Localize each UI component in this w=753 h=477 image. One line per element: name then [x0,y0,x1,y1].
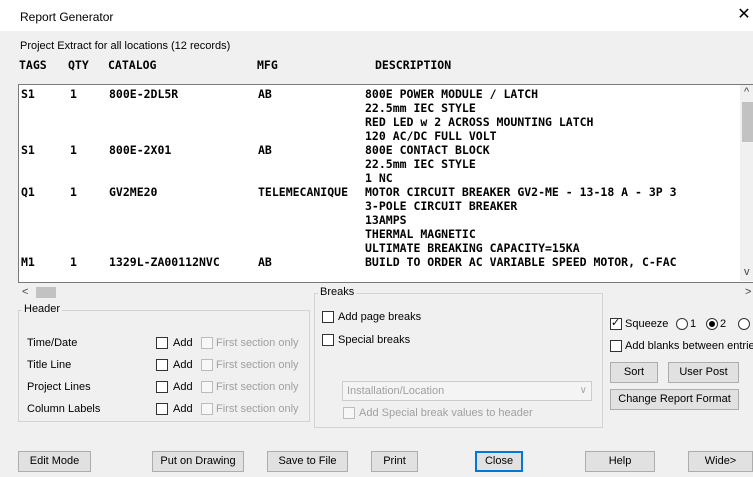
add-label: Add [173,403,193,415]
breaks-group-title: Breaks [318,286,357,298]
special-breaks-label: Special breaks [338,334,411,346]
squeeze-2-label: 2 [720,318,727,330]
header-group-title: Header [22,303,63,315]
window-title: Report Generator [20,10,114,24]
scroll-right-icon[interactable]: > [745,286,751,298]
header-item-label: Column Labels [27,403,101,415]
close-icon[interactable]: ✕ [735,4,753,26]
cell-catalog: 800E-2X01 [109,143,172,157]
cell-desc: 22.5mm IEC STYLE [365,101,476,115]
header-item-label: Project Lines [27,381,91,393]
special-break-select[interactable]: Installation/Location ∨ [342,381,592,401]
edit-mode-button[interactable]: Edit Mode [18,451,91,472]
help-button[interactable]: Help [585,451,655,472]
add-special-values-label: Add Special break values to header [359,407,533,419]
column-header-description: DESCRIPTION [375,58,452,72]
add-project-lines-checkbox[interactable] [156,381,168,393]
add-label: Add [173,381,193,393]
scroll-left-icon[interactable]: < [22,286,28,298]
cell-desc: 3-POLE CIRCUIT BREAKER [365,199,518,213]
cell-tag: S1 [21,143,35,157]
cell-catalog: 1329L-ZA00112NVC [109,255,220,269]
close-button[interactable]: Close [475,451,523,472]
add-label: Add [173,359,193,371]
first-section-label: First section only [216,381,299,393]
squeeze-1-label: 1 [690,318,697,330]
cell-catalog: GV2ME20 [109,185,158,199]
add-page-breaks-label: Add page breaks [338,311,422,323]
cell-mfg: AB [258,87,272,101]
vertical-scroll-thumb[interactable] [742,102,753,142]
add-special-values-checkbox[interactable] [343,407,355,419]
cell-catalog: 800E-2DL5R [109,87,179,101]
column-header-tags: TAGS [19,58,47,72]
cell-mfg: TELEMECANIQUE [258,185,349,199]
cell-desc: 1 NC [365,171,393,185]
squeeze-1-radio[interactable] [676,318,688,330]
cell-qty: 1 [70,143,77,157]
cell-desc: ULTIMATE BREAKING CAPACITY=15KA [365,241,580,255]
header-item-label: Title Line [27,359,72,371]
chevron-down-icon: ∨ [579,385,587,396]
column-header-qty: QTY [68,58,89,72]
add-label: Add [173,337,193,349]
column-header-mfg: MFG [257,58,278,72]
horizontal-scroll-thumb[interactable] [36,287,56,298]
cell-desc: THERMAL MAGNETIC [365,227,476,241]
print-button[interactable]: Print [371,451,418,472]
cell-tag: S1 [21,87,35,101]
add-column-labels-checkbox[interactable] [156,403,168,415]
first-section-title-line-checkbox[interactable] [201,359,213,371]
add-blanks-label: Add blanks between entrie [625,340,753,352]
squeeze-label: Squeeze [625,318,669,330]
first-section-label: First section only [216,359,299,371]
cell-desc: 22.5mm IEC STYLE [365,157,476,171]
first-section-label: First section only [216,337,299,349]
squeeze-2-radio[interactable] [706,318,718,330]
change-report-format-button[interactable]: Change Report Format [610,389,739,410]
cell-desc: 800E POWER MODULE / LATCH [365,87,539,101]
scroll-down-icon[interactable]: v [744,266,750,278]
sort-button[interactable]: Sort [610,362,658,383]
extract-summary: Project Extract for all locations (12 re… [20,40,231,52]
cell-desc: 13AMPS [365,213,407,227]
cell-mfg: AB [258,143,272,157]
cell-desc: BUILD TO ORDER AC VARIABLE SPEED MOTOR, … [365,255,677,269]
put-on-drawing-button[interactable]: Put on Drawing [152,451,244,472]
cell-desc: 120 AC/DC FULL VOLT [365,129,497,143]
save-to-file-button[interactable]: Save to File [267,451,348,472]
cell-desc: 800E CONTACT BLOCK [365,143,490,157]
cell-qty: 1 [70,255,77,269]
special-break-value: Installation/Location [347,385,445,397]
title-bar: Report Generator ✕ [0,0,753,31]
add-time-date-checkbox[interactable] [156,337,168,349]
first-section-label: First section only [216,403,299,415]
first-section-time-date-checkbox[interactable] [201,337,213,349]
cell-tag: M1 [21,255,35,269]
cell-desc: RED LED w 2 ACROSS MOUNTING LATCH [365,115,594,129]
column-header-catalog: CATALOG [108,58,157,72]
cell-mfg: AB [258,255,272,269]
cell-qty: 1 [70,87,77,101]
cell-qty: 1 [70,185,77,199]
wide-button[interactable]: Wide> [688,451,753,472]
add-blanks-checkbox[interactable] [610,340,622,352]
first-section-project-lines-checkbox[interactable] [201,381,213,393]
user-post-button[interactable]: User Post [668,362,739,383]
add-title-line-checkbox[interactable] [156,359,168,371]
report-listbox[interactable]: S1 1 800E-2DL5R AB 800E POWER MODULE / L… [18,84,753,283]
cell-desc: MOTOR CIRCUIT BREAKER GV2-ME - 13-18 A -… [365,185,677,199]
add-page-breaks-checkbox[interactable] [322,311,334,323]
cell-tag: Q1 [21,185,35,199]
header-item-label: Time/Date [27,337,78,349]
squeeze-3-radio[interactable] [738,318,750,330]
first-section-column-labels-checkbox[interactable] [201,403,213,415]
scroll-up-icon[interactable]: ^ [744,86,749,98]
squeeze-checkbox[interactable] [610,316,622,330]
special-breaks-checkbox[interactable] [322,334,334,346]
